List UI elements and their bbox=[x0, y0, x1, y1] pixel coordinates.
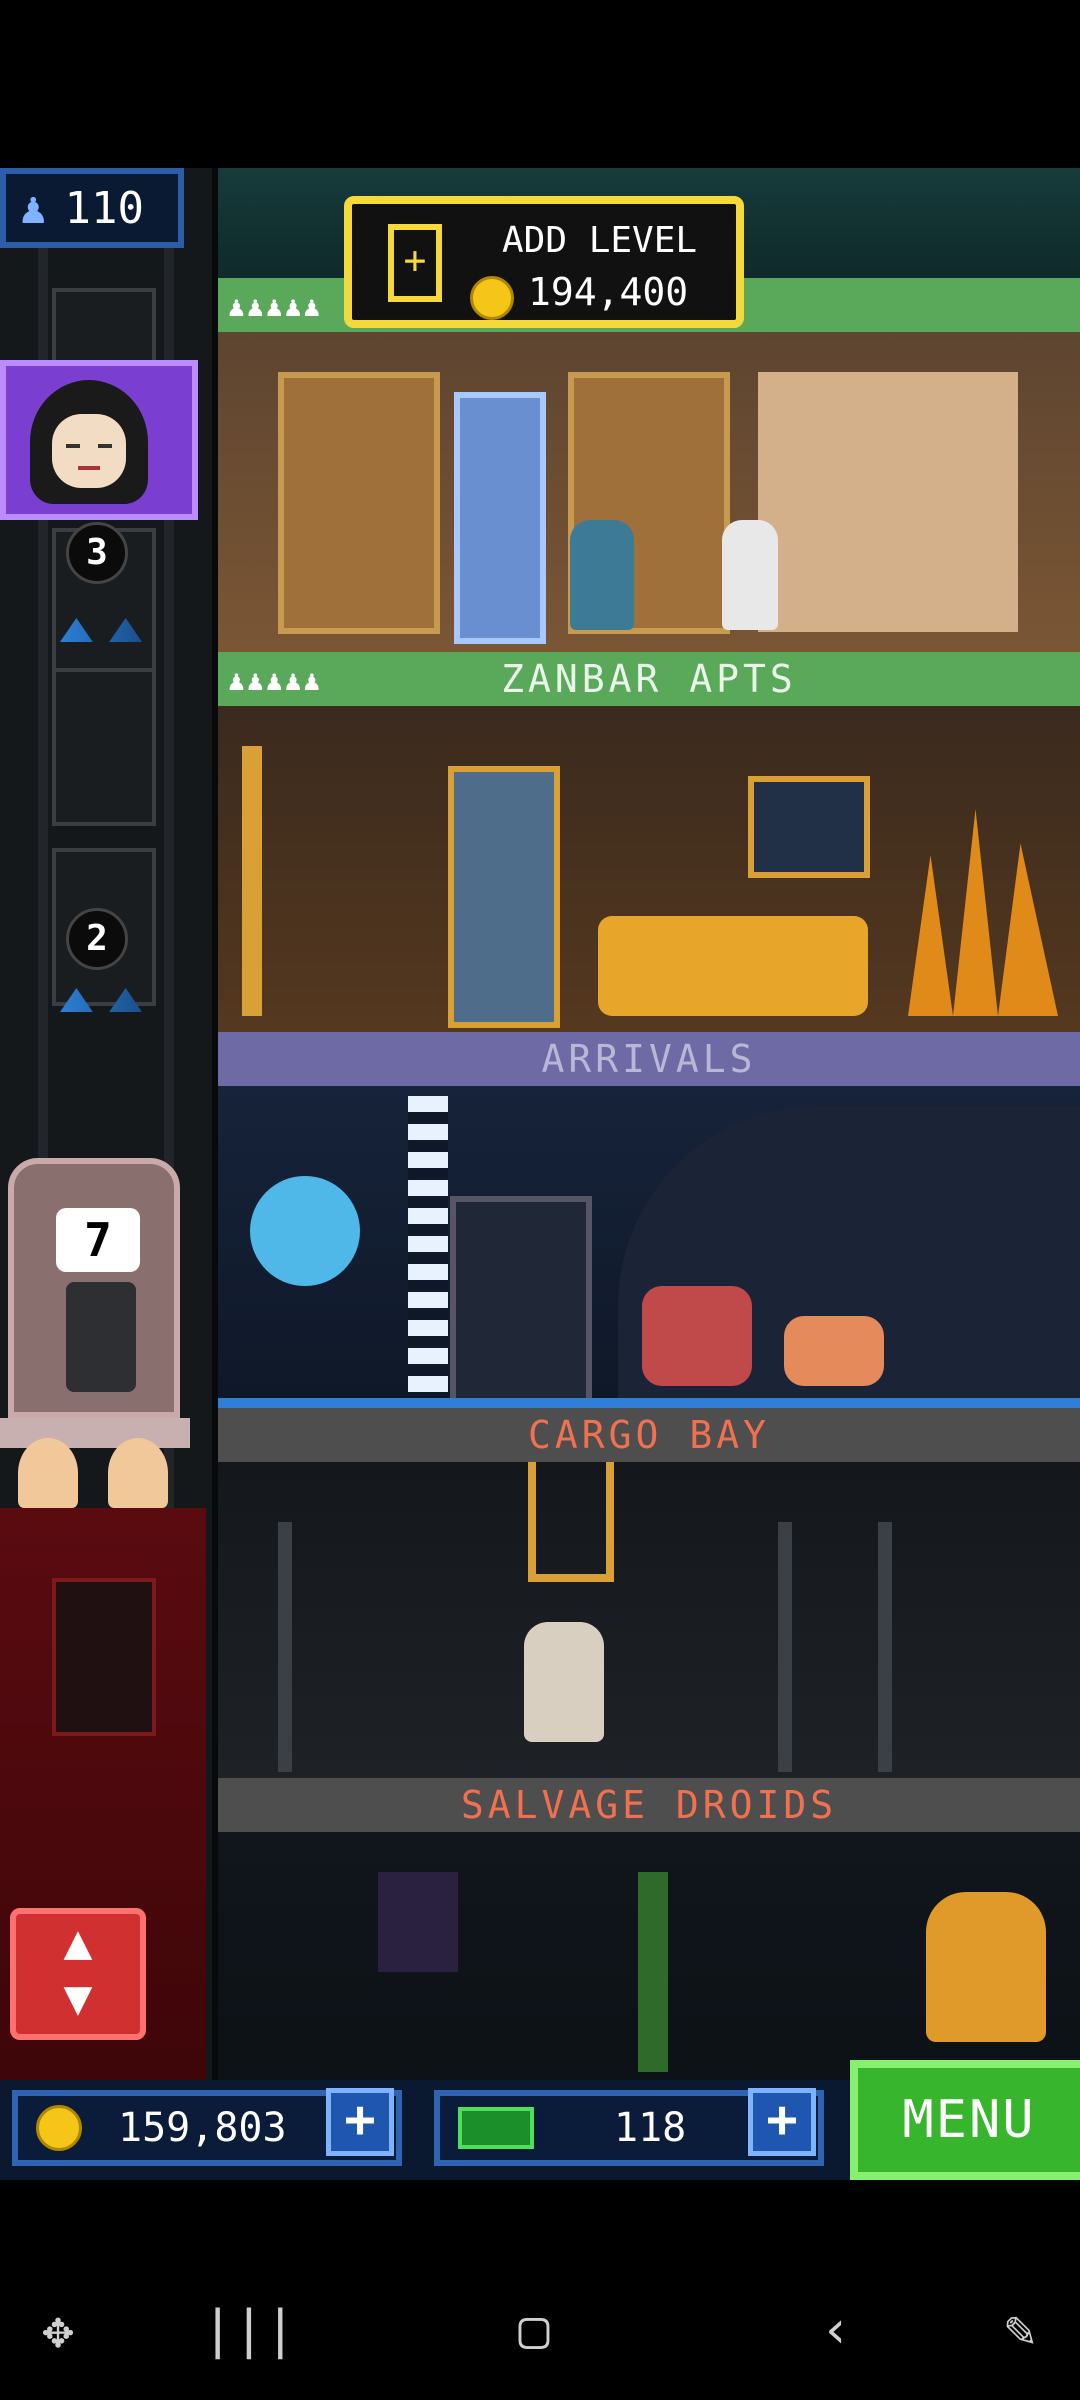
crane-claw-icon bbox=[528, 1462, 614, 1582]
person-icon: ♟ bbox=[20, 182, 47, 234]
coins-value: 159,803 bbox=[118, 2105, 287, 2151]
buy-coins-button[interactable]: + bbox=[326, 2088, 394, 2156]
system-nav-bar: ✥ ||| ▢ ‹ ✎ bbox=[0, 2260, 1080, 2400]
coin-icon bbox=[470, 276, 514, 320]
floor-name: ZANBAR APTS bbox=[501, 657, 797, 701]
elevator-door bbox=[52, 668, 156, 826]
floor-number-badge: 3 bbox=[66, 522, 128, 584]
creature-resident-icon bbox=[784, 1316, 884, 1386]
floor-residence-top[interactable] bbox=[218, 332, 1080, 652]
twin-resident-icon bbox=[642, 1286, 752, 1386]
elevator-lamps bbox=[108, 1438, 168, 1508]
robot-rider-icon bbox=[66, 1282, 136, 1392]
destination-floor-number: 7 bbox=[84, 1213, 112, 1267]
floor-number-badge: 2 bbox=[66, 908, 128, 970]
plus-icon: + bbox=[344, 2090, 376, 2150]
home-icon[interactable]: ▢ bbox=[504, 2300, 564, 2360]
coin-icon bbox=[36, 2105, 82, 2151]
down-arrow-icon: ▼ bbox=[63, 1970, 93, 2026]
plus-icon: + bbox=[766, 2090, 798, 2150]
elevator-control-button[interactable]: ▲ ▼ bbox=[10, 1908, 146, 2040]
elevator-shaft[interactable]: 3 2 7 ▲ ▼ bbox=[0, 168, 218, 2158]
destination-bubble: 7 bbox=[56, 1208, 140, 1272]
floor-sign-cargo-bay: CARGO BAY bbox=[218, 1408, 1080, 1462]
bux-value: 118 bbox=[614, 2105, 687, 2151]
droid-resident-icon bbox=[926, 1892, 1046, 2042]
chef-resident-icon bbox=[722, 520, 778, 630]
floor-sign-salvage-droids: SALVAGE DROIDS bbox=[218, 1778, 1080, 1832]
game-launcher-icon[interactable]: ✥ bbox=[28, 2300, 88, 2360]
vip-portrait-button[interactable] bbox=[0, 360, 198, 520]
floor-name: CARGO BAY bbox=[528, 1413, 770, 1457]
floor-zanbar-apts[interactable] bbox=[218, 706, 1080, 1032]
status-bar bbox=[0, 0, 1080, 168]
game-view[interactable]: 3 2 7 ▲ ▼ ♟ 110 ▦ 38 ♟ bbox=[0, 168, 1080, 2158]
population-counter[interactable]: ♟ 110 bbox=[0, 168, 184, 248]
elevator-lamps bbox=[18, 1438, 78, 1508]
screenshot-assist-icon[interactable]: ✎ bbox=[990, 2300, 1050, 2360]
residents-icon: ♟♟♟♟♟ bbox=[228, 664, 323, 697]
back-icon[interactable]: ‹ bbox=[806, 2300, 866, 2360]
add-level-label: ADD LEVEL bbox=[502, 220, 698, 261]
floor-cargo-bay[interactable] bbox=[218, 1462, 1080, 1778]
elevator-base bbox=[0, 1418, 190, 1448]
hooded-character-icon bbox=[30, 380, 148, 504]
add-level-button[interactable]: + ADD LEVEL 194,400 bbox=[344, 196, 744, 328]
floor-name: SALVAGE DROIDS bbox=[460, 1783, 838, 1827]
floor-sign-zanbar-apts: ♟♟♟♟♟ ZANBAR APTS bbox=[218, 652, 1080, 706]
population-value: 110 bbox=[64, 182, 144, 234]
scientist-resident-icon bbox=[524, 1622, 604, 1742]
buy-bux-button[interactable]: + bbox=[748, 2088, 816, 2156]
elevator-door bbox=[52, 1578, 156, 1736]
floor-arrivals[interactable] bbox=[218, 1086, 1080, 1408]
up-arrow-icon: ▲ bbox=[63, 1914, 93, 1970]
floor-name: ARRIVALS bbox=[541, 1037, 757, 1081]
elevator-car[interactable]: 7 bbox=[8, 1158, 180, 1418]
floor-sign-arrivals: ARRIVALS bbox=[218, 1032, 1080, 1086]
residents-icon: ♟♟♟♟♟ bbox=[228, 290, 323, 323]
add-level-cost: 194,400 bbox=[528, 270, 689, 314]
alien-resident-icon bbox=[570, 520, 634, 630]
bux-icon bbox=[458, 2107, 534, 2149]
recent-apps-icon[interactable]: ||| bbox=[202, 2300, 296, 2360]
floor-edge bbox=[218, 1398, 1080, 1408]
menu-button[interactable]: MENU bbox=[850, 2060, 1080, 2180]
menu-label: MENU bbox=[902, 2090, 1036, 2150]
add-level-icon: + bbox=[388, 224, 442, 302]
hologram-globe-icon bbox=[250, 1176, 360, 1286]
